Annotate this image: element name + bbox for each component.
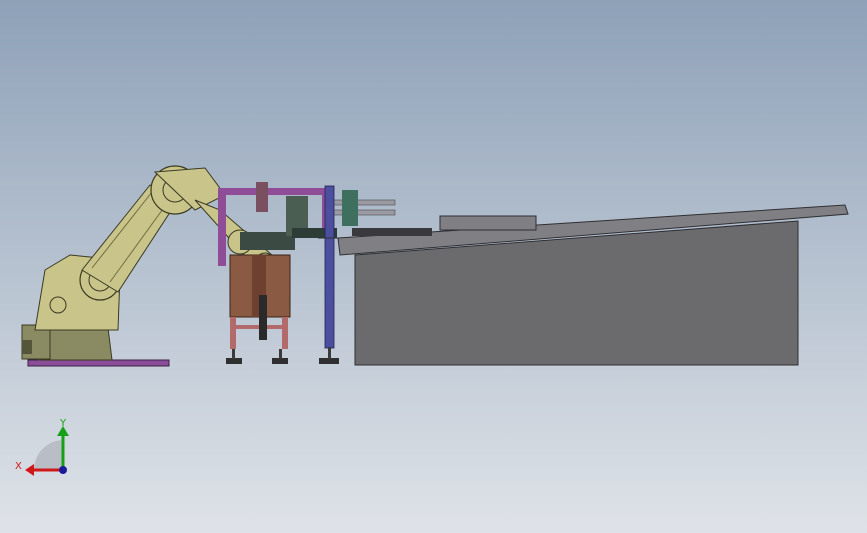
robot-base-plate bbox=[27, 359, 170, 367]
station-foot-screw-left bbox=[232, 349, 235, 359]
triad-x-label: X bbox=[15, 461, 22, 472]
robot-connector bbox=[22, 340, 32, 354]
conveyor-parts bbox=[352, 228, 432, 236]
station-frame-top-beam bbox=[218, 188, 330, 195]
cad-viewport[interactable]: Y X bbox=[0, 0, 867, 533]
support-column-screw bbox=[328, 347, 331, 359]
triad-z-axis bbox=[59, 466, 67, 474]
station-foot-screw-right bbox=[279, 349, 282, 359]
cabinet-leg-right bbox=[282, 317, 288, 349]
station-press bbox=[256, 182, 268, 212]
triad-y-label: Y bbox=[59, 418, 67, 429]
cabinet-leg-left bbox=[230, 317, 236, 349]
station-frame-left-post bbox=[218, 188, 226, 266]
assembly-scene[interactable]: Y X bbox=[0, 0, 867, 533]
conveyor[interactable] bbox=[318, 204, 849, 366]
cabinet-cylinder bbox=[259, 295, 267, 340]
support-column bbox=[324, 185, 335, 349]
slide-carriage bbox=[342, 190, 358, 226]
conveyor-guard bbox=[439, 215, 537, 231]
